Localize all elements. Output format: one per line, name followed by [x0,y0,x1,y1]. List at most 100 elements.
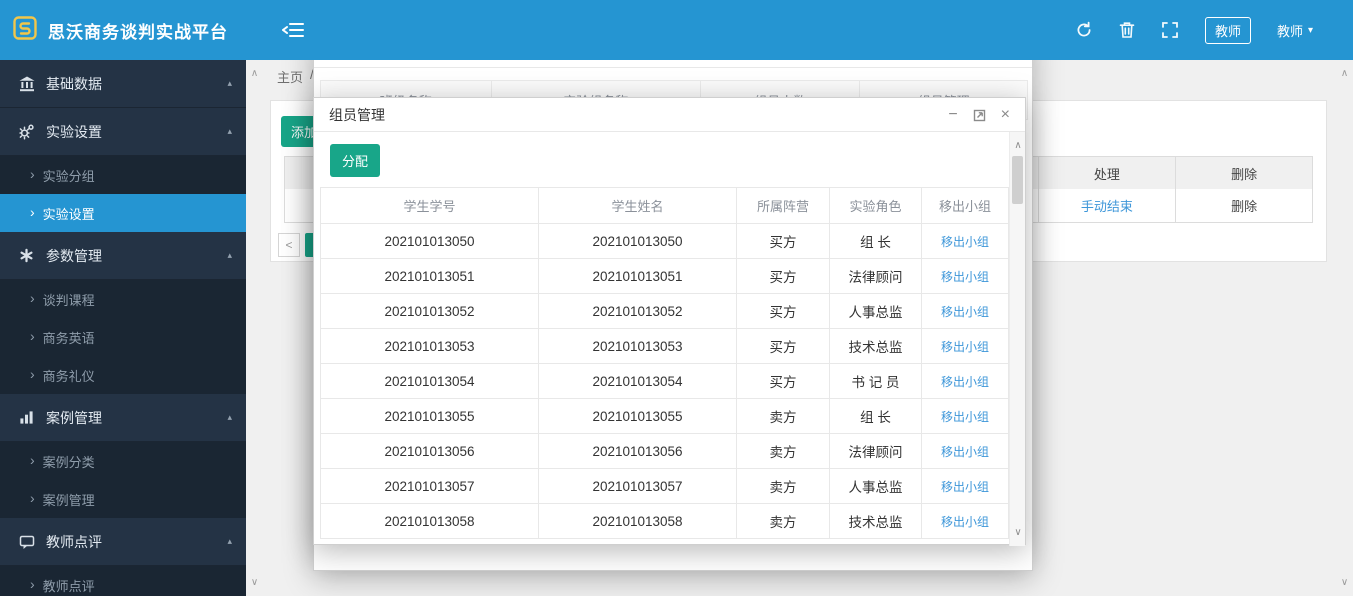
chevron-right-icon: › [30,491,35,505]
remove-from-group-link[interactable]: 移出小组 [941,305,989,319]
role-badge[interactable]: 教师 [1205,17,1251,44]
sidebar-item-business-etiquette[interactable]: › 商务礼仪 [0,356,246,394]
scrollbar-thumb[interactable] [1012,156,1023,204]
pagination-prev-button[interactable]: < [278,233,300,257]
camp-label: 卖方 [737,399,830,434]
camp-label: 买方 [737,224,830,259]
caret-down-icon: ▾ [1308,25,1313,36]
member-row: 202101013050 202101013050 买方 组 长 移出小组 [321,224,1009,259]
role-label: 法律顾问 [830,259,922,294]
remove-from-group-link[interactable]: 移出小组 [941,515,989,529]
student-id: 202101013053 [321,329,539,364]
sidebar-item-parameter-management[interactable]: 参数管理 ▴ [0,232,246,280]
student-name: 202101013056 [539,434,737,469]
sidebar-item-teacher-review[interactable]: 教师点评 ▴ [0,518,246,566]
member-row: 202101013057 202101013057 卖方 人事总监 移出小组 [321,469,1009,504]
sidebar-subitem-label: 实验设置 [43,204,95,223]
trash-icon[interactable] [1119,21,1135,39]
maximize-icon[interactable] [973,109,986,122]
member-row: 202101013055 202101013055 卖方 组 长 移出小组 [321,399,1009,434]
scroll-up-icon[interactable]: ∧ [1010,140,1026,151]
logo-icon [12,15,38,46]
column-header-student-id: 学生学号 [321,188,539,224]
member-row: 202101013056 202101013056 卖方 法律顾问 移出小组 [321,434,1009,469]
camp-label: 卖方 [737,434,830,469]
comment-icon [18,533,35,550]
close-icon[interactable]: × [1001,107,1010,123]
member-row: 202101013051 202101013051 买方 法律顾问 移出小组 [321,259,1009,294]
scroll-down-icon[interactable]: ∨ [1336,577,1353,588]
remove-from-group-link[interactable]: 移出小组 [941,375,989,389]
remove-from-group-link[interactable]: 移出小组 [941,235,989,249]
refresh-icon[interactable] [1075,21,1093,39]
role-label: 组 长 [830,399,922,434]
sidebar-item-basic-data[interactable]: 基础数据 ▴ [0,60,246,108]
fullscreen-icon[interactable] [1161,21,1179,39]
user-menu[interactable]: 教师 ▾ [1277,21,1313,40]
sidebar: 基础数据 ▴ 实验设置 ▴ › 实验分组 › 实验设置 [0,60,246,596]
camp-label: 卖方 [737,469,830,504]
delete-link[interactable]: 删除 [1231,196,1257,215]
sidebar-item-case-management[interactable]: 案例管理 ▴ [0,394,246,442]
role-label: 组 长 [830,224,922,259]
submenu-experiment-settings: › 实验分组 › 实验设置 [0,156,246,232]
sidebar-item-negotiation-course[interactable]: › 谈判课程 [0,280,246,318]
sidebar-item-label: 案例管理 [46,408,102,428]
remove-from-group-link[interactable]: 移出小组 [941,340,989,354]
sidebar-item-experiment-settings[interactable]: 实验设置 ▴ [0,108,246,156]
camp-label: 买方 [737,294,830,329]
role-label: 法律顾问 [830,434,922,469]
student-id: 202101013057 [321,469,539,504]
minimize-icon[interactable]: − [948,107,957,123]
scroll-down-icon[interactable]: ∨ [246,577,263,588]
sidebar-scrollbar[interactable]: ∧ ∨ [246,60,263,596]
sidebar-subitem-label: 谈判课程 [43,290,95,309]
sidebar-item-teacher-review-sub[interactable]: › 教师点评 [0,566,246,596]
dialog-scrollbar[interactable]: ∧ ∨ [1009,132,1025,546]
remove-from-group-link[interactable]: 移出小组 [941,445,989,459]
student-id: 202101013052 [321,294,539,329]
chevron-right-icon: › [30,329,35,343]
dialog-title: 组员管理 [329,105,385,125]
remove-from-group-link[interactable]: 移出小组 [941,410,989,424]
scroll-up-icon[interactable]: ∧ [1336,68,1353,79]
camp-label: 买方 [737,259,830,294]
student-id: 202101013055 [321,399,539,434]
role-label: 人事总监 [830,294,922,329]
camp-label: 卖方 [737,504,830,539]
sidebar-subitem-label: 实验分组 [43,166,95,185]
manual-end-link[interactable]: 手动结束 [1081,196,1133,215]
submenu-teacher-review: › 教师点评 [0,566,246,596]
column-header-student-name: 学生姓名 [539,188,737,224]
dialog-controls: − × [948,98,1010,132]
remove-from-group-link[interactable]: 移出小组 [941,270,989,284]
student-name: 202101013058 [539,504,737,539]
caret-up-icon: ▴ [227,78,232,89]
sidebar-item-experiment-setup[interactable]: › 实验设置 [0,194,246,232]
sidebar-item-case-category[interactable]: › 案例分类 [0,442,246,480]
sidebar-item-label: 参数管理 [46,246,102,266]
scroll-down-icon[interactable]: ∨ [1010,527,1026,538]
sidebar-subitem-label: 商务礼仪 [43,366,95,385]
assign-button[interactable]: 分配 [330,144,380,177]
sidebar-item-business-english[interactable]: › 商务英语 [0,318,246,356]
column-header-remove: 移出小组 [922,188,1009,224]
sidebar-toggle-icon[interactable] [282,22,304,43]
remove-from-group-link[interactable]: 移出小组 [941,480,989,494]
caret-up-icon: ▴ [227,412,232,423]
student-id: 202101013058 [321,504,539,539]
window-scrollbar[interactable]: ∧ ∨ [1336,60,1353,596]
chevron-right-icon: › [30,453,35,467]
sidebar-item-case-admin[interactable]: › 案例管理 [0,480,246,518]
scroll-up-icon[interactable]: ∧ [246,68,263,79]
student-name: 202101013051 [539,259,737,294]
sidebar-item-experiment-grouping[interactable]: › 实验分组 [0,156,246,194]
sidebar-item-label: 实验设置 [46,122,102,142]
breadcrumb-home[interactable]: 主页 [277,67,303,86]
role-label: 人事总监 [830,469,922,504]
student-id: 202101013050 [321,224,539,259]
caret-up-icon: ▴ [227,536,232,547]
submenu-parameter-management: › 谈判课程 › 商务英语 › 商务礼仪 [0,280,246,394]
sidebar-item-label: 基础数据 [46,74,102,94]
student-id: 202101013054 [321,364,539,399]
